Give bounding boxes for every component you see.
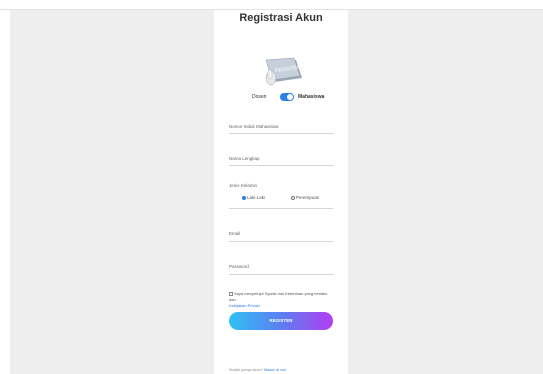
email-field[interactable]: Email [229,230,333,242]
nim-field-label: Nomor Induk Mahasiswa [229,124,279,129]
role-switch-row: Dosen Mahasiswa [252,93,348,103]
role-label-mahasiswa: Mahasiswa [298,94,325,100]
consent-row: Saya menyetujui Syarat dan Ketentuan yan… [229,291,335,309]
privacy-policy-link[interactable]: Kebijakan Privasi [229,303,260,308]
login-link[interactable]: Masuk di sini [264,368,286,372]
gender-option-female[interactable]: Perempuan [291,195,319,200]
name-field-label: Nama Lengkap [229,156,260,161]
radio-selected-icon [242,195,246,200]
gender-option-male-label: Laki-Laki [247,195,266,200]
consent-text: Saya menyetujui Syarat dan Ketentuan yan… [229,291,328,302]
gender-radio-group: Laki-Laki Perempuan [229,193,333,209]
registration-form: Registrasi Akun REGISTER Dosen Mahasiswa… [214,10,348,374]
gender-option-female-label: Perempuan [296,195,320,200]
login-prompt: Sudah punya akun? Masuk di sini [229,368,333,372]
password-field[interactable]: Password [229,262,333,275]
nim-field[interactable]: Nomor Induk Mahasiswa [229,123,333,134]
radio-unselected-icon [291,195,295,200]
right-backdrop [348,10,543,374]
page-title: Registrasi Akun [239,12,323,24]
toggle-knob [287,94,293,100]
login-prompt-text: Sudah punya akun? [229,368,263,372]
gender-label: Jenis Kelamin [229,183,258,188]
consent-checkbox[interactable] [229,291,233,296]
role-toggle[interactable] [280,93,294,101]
left-backdrop [10,10,214,374]
email-field-label: Email [229,231,241,236]
password-field-label: Password [229,264,249,269]
name-field[interactable]: Nama Lengkap [229,155,333,166]
register-button[interactable]: REGISTER [229,312,333,330]
role-label-dosen: Dosen [252,94,267,100]
gender-option-male[interactable]: Laki-Laki [242,195,265,200]
register-illustration: REGISTER [265,57,302,86]
